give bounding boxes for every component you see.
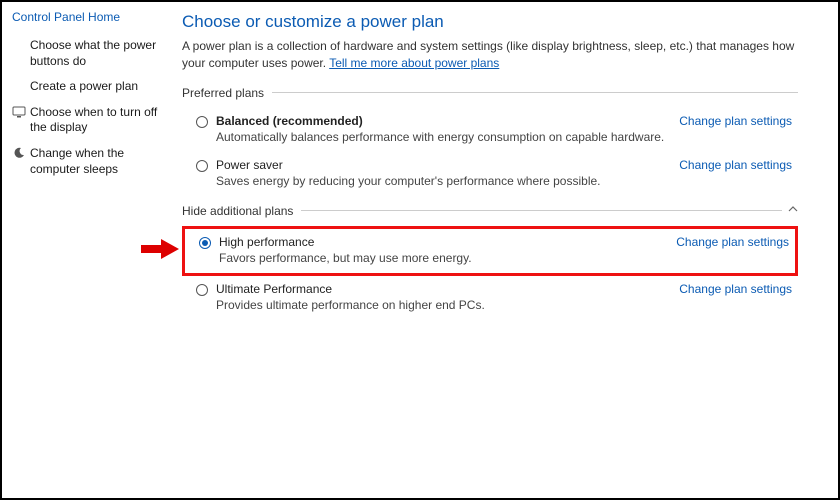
preferred-plans-header: Preferred plans — [182, 86, 798, 100]
plan-name: High performance — [219, 235, 666, 249]
radio-ultimate[interactable] — [196, 284, 208, 296]
plan-info: Ultimate Performance Provides ultimate p… — [216, 282, 669, 312]
plan-powersaver: Power saver Saves energy by reducing you… — [182, 152, 798, 196]
plan-description: Provides ultimate performance on higher … — [216, 298, 669, 312]
plan-info: Balanced (recommended) Automatically bal… — [216, 114, 669, 144]
display-icon — [12, 105, 26, 119]
change-plan-settings-link[interactable]: Change plan settings — [679, 114, 792, 128]
sidebar-item-label: Change when the computer sleeps — [30, 146, 172, 177]
plan-description: Saves energy by reducing your computer's… — [216, 174, 669, 188]
learn-more-link[interactable]: Tell me more about power plans — [329, 56, 499, 70]
plan-name: Balanced (recommended) — [216, 114, 669, 128]
sidebar-item-display-off[interactable]: Choose when to turn off the display — [12, 105, 172, 136]
main-content: Choose or customize a power plan A power… — [182, 2, 838, 498]
sidebar-item-label: Choose when to turn off the display — [30, 105, 172, 136]
page-description: A power plan is a collection of hardware… — [182, 38, 798, 72]
additional-plans-toggle[interactable]: Hide additional plans — [182, 204, 798, 218]
plan-name: Ultimate Performance — [216, 282, 669, 296]
sidebar-item-power-buttons[interactable]: Choose what the power buttons do — [12, 38, 172, 69]
sidebar-item-sleep[interactable]: Change when the computer sleeps — [12, 146, 172, 177]
plan-description: Favors performance, but may use more ene… — [219, 251, 666, 265]
plan-highperformance: High performance Favors performance, but… — [182, 226, 798, 276]
plan-info: Power saver Saves energy by reducing you… — [216, 158, 669, 188]
plan-balanced: Balanced (recommended) Automatically bal… — [182, 108, 798, 152]
blank-icon — [12, 79, 26, 93]
sidebar-item-label: Choose what the power buttons do — [30, 38, 172, 69]
chevron-up-icon — [788, 204, 798, 217]
change-plan-settings-link[interactable]: Change plan settings — [679, 282, 792, 296]
page-title: Choose or customize a power plan — [182, 12, 798, 32]
sidebar-item-create-plan[interactable]: Create a power plan — [12, 79, 172, 95]
sidebar-item-label: Create a power plan — [30, 79, 138, 95]
divider — [301, 210, 782, 211]
radio-powersaver[interactable] — [196, 160, 208, 172]
plan-ultimate: Ultimate Performance Provides ultimate p… — [182, 276, 798, 320]
change-plan-settings-link[interactable]: Change plan settings — [679, 158, 792, 172]
divider — [272, 92, 798, 93]
sidebar: Control Panel Home Choose what the power… — [2, 2, 182, 498]
control-panel-home-link[interactable]: Control Panel Home — [12, 10, 172, 24]
moon-icon — [12, 146, 26, 160]
plan-description: Automatically balances performance with … — [216, 130, 669, 144]
section-label: Preferred plans — [182, 86, 264, 100]
radio-balanced[interactable] — [196, 116, 208, 128]
plan-info: High performance Favors performance, but… — [219, 235, 666, 265]
blank-icon — [12, 38, 26, 52]
plan-name: Power saver — [216, 158, 669, 172]
section-label: Hide additional plans — [182, 204, 293, 218]
change-plan-settings-link[interactable]: Change plan settings — [676, 235, 789, 249]
radio-highperformance[interactable] — [199, 237, 211, 249]
